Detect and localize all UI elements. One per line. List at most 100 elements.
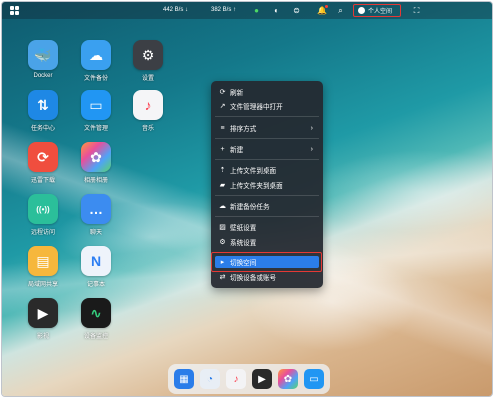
plus-icon: + bbox=[220, 145, 225, 153]
menu-item-label: 上传文件夹到桌面 bbox=[230, 183, 283, 190]
desktop-icon-label: 迅雷下载 bbox=[30, 178, 55, 184]
pulse-icon: ∿ bbox=[81, 298, 111, 328]
switch-account-icon: ⇄ bbox=[219, 273, 226, 281]
desktop-icon-label: 任务中心 bbox=[30, 126, 55, 132]
dock: ▦ ◔ ♪ ▶ ✿ ▭ bbox=[168, 364, 330, 394]
desktop-icon-label: Docker bbox=[33, 73, 53, 79]
menu-item-upload-folder[interactable]: ▰ 上传文件夹到桌面 bbox=[215, 179, 319, 191]
upload-icon: ↑ bbox=[233, 7, 237, 13]
upload-folder-icon: ▰ bbox=[219, 181, 226, 189]
music-note-icon: ♪ bbox=[133, 90, 163, 120]
search-icon[interactable]: ⌕ bbox=[336, 6, 345, 15]
desktop-icon-settings[interactable]: ⚙ 设置 bbox=[122, 40, 174, 82]
menu-item-system-settings[interactable]: ⚙ 系统设置 bbox=[215, 236, 319, 248]
desktop-icon-task-center[interactable]: ⇅ 任务中心 bbox=[17, 90, 69, 132]
shared-folder-icon: ▤ bbox=[28, 246, 58, 276]
settings-icon: ⚙ bbox=[219, 238, 226, 246]
chevron-right-icon: › bbox=[310, 124, 313, 132]
dock-music-icon[interactable]: ♪ bbox=[226, 369, 246, 389]
menu-item-label: 新建 bbox=[230, 147, 244, 154]
dock-files-icon[interactable]: ▭ bbox=[304, 369, 324, 389]
dock-photos-icon[interactable]: ✿ bbox=[278, 369, 298, 389]
user-label: 个人空间 bbox=[368, 9, 393, 15]
wallpaper-icon: ▨ bbox=[219, 223, 226, 231]
upload-file-icon: ⇡ bbox=[219, 166, 226, 174]
download-icon: ↓ bbox=[185, 7, 189, 13]
sort-icon: ≡ bbox=[220, 124, 225, 132]
desktop-icon-chat[interactable]: … 聊天 bbox=[70, 194, 122, 236]
transfer-icon: ⇅ bbox=[28, 90, 58, 120]
personal-space-button[interactable]: 个人空间 bbox=[353, 4, 401, 17]
wireless-icon: ((•)) bbox=[28, 194, 58, 224]
desktop-icon-photos[interactable]: ✿ 相册相册 bbox=[70, 142, 122, 184]
download-manager-icon: ⟳ bbox=[28, 142, 58, 172]
desktop-icon-label: 相册相册 bbox=[83, 178, 108, 184]
refresh-icon: ⟳ bbox=[219, 88, 226, 96]
chevron-right-icon: › bbox=[310, 145, 313, 153]
menu-item-label: 文件管理器中打开 bbox=[230, 104, 283, 111]
photos-icon: ✿ bbox=[81, 142, 111, 172]
desktop-icon-label: 设置 bbox=[141, 76, 154, 82]
notification-badge bbox=[325, 5, 328, 8]
status-icon[interactable]: ● bbox=[252, 6, 261, 15]
desktop-icon-lan-share[interactable]: ▤ 局域网共享 bbox=[17, 246, 69, 288]
dock-app-store-icon[interactable]: ▦ bbox=[174, 369, 194, 389]
desktop-icon-label: 设备监控 bbox=[83, 334, 108, 340]
menu-divider bbox=[215, 159, 319, 160]
menu-divider bbox=[215, 138, 319, 139]
desktop-icon-label: 文件管理 bbox=[83, 126, 108, 132]
user-icon bbox=[358, 7, 365, 14]
cloud-backup-icon: ☁ bbox=[81, 40, 111, 70]
desktop-icon-video[interactable]: ▶ 影视 bbox=[17, 298, 69, 340]
clapperboard-icon: ▶ bbox=[28, 298, 58, 328]
sync-icon[interactable]: ⊜ bbox=[292, 6, 301, 15]
menu-item-sort-by[interactable]: ≡ 排序方式 › bbox=[215, 122, 319, 134]
theme-icon[interactable]: ◐ bbox=[272, 6, 281, 15]
folder-icon: ▭ bbox=[81, 90, 111, 120]
open-external-icon: ↗ bbox=[219, 102, 226, 110]
desktop-icon-thunder[interactable]: ⟳ 迅雷下载 bbox=[17, 142, 69, 184]
menu-divider bbox=[215, 195, 319, 196]
desktop-screen: 442 B/s ↓ 382 B/s ↑ ● ◐ ⊜ 🔔 ⌕ 个人空间 ⛶ 🐳 D… bbox=[1, 1, 493, 397]
menu-item-refresh[interactable]: ⟳ 刷新 bbox=[215, 86, 319, 98]
notes-icon: N bbox=[81, 246, 111, 276]
desktop-icon-label: 局域网共享 bbox=[27, 282, 58, 288]
desktop-icon-remote-access[interactable]: ((•)) 远程访问 bbox=[17, 194, 69, 236]
menu-divider bbox=[215, 216, 319, 217]
backup-icon: ☁ bbox=[219, 202, 226, 210]
menu-item-switch-device-or-account[interactable]: ⇄ 切换设备或账号 bbox=[215, 271, 319, 283]
desktop-icon-label: 记事本 bbox=[86, 282, 105, 288]
desktop-icon-label: 文件备份 bbox=[83, 76, 108, 82]
menu-item-upload-files[interactable]: ⇡ 上传文件到桌面 bbox=[215, 164, 319, 176]
desktop-icon-notes[interactable]: N 记事本 bbox=[70, 246, 122, 288]
docker-icon: 🐳 bbox=[28, 40, 58, 70]
menu-item-label: 壁纸设置 bbox=[230, 225, 257, 232]
menu-item-open-in-file-manager[interactable]: ↗ 文件管理器中打开 bbox=[215, 100, 319, 112]
desktop-icon-file-backup[interactable]: ☁ 文件备份 bbox=[70, 40, 122, 82]
menu-item-wallpaper-settings[interactable]: ▨ 壁纸设置 bbox=[215, 221, 319, 233]
desktop-icon-docker[interactable]: 🐳 Docker bbox=[17, 40, 69, 79]
dock-video-icon[interactable]: ▶ bbox=[252, 369, 272, 389]
menu-divider bbox=[215, 116, 319, 117]
desktop-icon-file-manager[interactable]: ▭ 文件管理 bbox=[70, 90, 122, 132]
gear-icon: ⚙ bbox=[133, 40, 163, 70]
desktop-icon-music[interactable]: ♪ 音乐 bbox=[122, 90, 174, 132]
menu-item-label: 切换设备或账号 bbox=[230, 275, 277, 282]
menu-item-new[interactable]: + 新建 › bbox=[215, 143, 319, 155]
desktop-icon-label: 远程访问 bbox=[30, 230, 55, 236]
menu-item-label: 排序方式 bbox=[230, 126, 257, 133]
download-speed: 442 B/s ↓ bbox=[163, 7, 189, 13]
menu-item-label: 刷新 bbox=[230, 90, 244, 97]
desktop-icon-device-monitor[interactable]: ∿ 设备监控 bbox=[70, 298, 122, 340]
desktop-icon-label: 聊天 bbox=[89, 230, 102, 236]
fullscreen-icon[interactable]: ⛶ bbox=[412, 6, 421, 15]
dock-backup-icon[interactable]: ◔ bbox=[200, 369, 220, 389]
desktop-icon-label: 影视 bbox=[36, 334, 49, 340]
menu-item-new-backup-task[interactable]: ☁ 新建备份任务 bbox=[215, 200, 319, 212]
annotation-highlight-box bbox=[211, 252, 322, 272]
chat-bubble-icon: … bbox=[81, 194, 111, 224]
grid-icon[interactable] bbox=[10, 6, 19, 15]
top-bar: 442 B/s ↓ 382 B/s ↑ ● ◐ ⊜ 🔔 ⌕ 个人空间 ⛶ bbox=[2, 2, 492, 19]
upload-speed: 382 B/s ↑ bbox=[211, 7, 237, 13]
menu-item-label: 上传文件到桌面 bbox=[230, 168, 277, 175]
